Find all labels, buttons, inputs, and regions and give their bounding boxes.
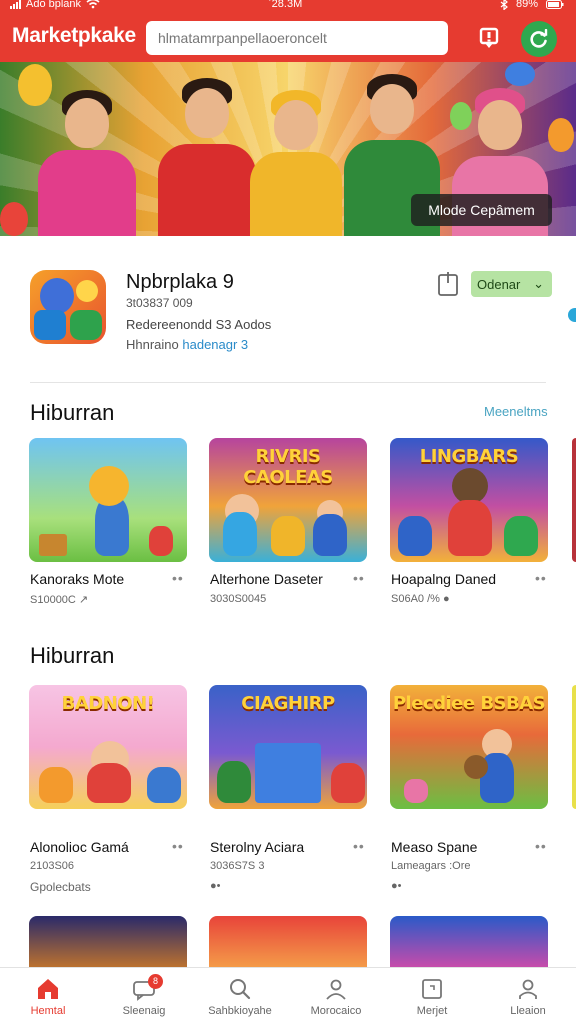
bookmark-icon bbox=[438, 272, 458, 296]
game-card-meta: 3030S0045 bbox=[210, 593, 267, 605]
nav-item-home[interactable]: Hemtal bbox=[0, 968, 96, 1024]
section-title: Hiburran bbox=[30, 643, 115, 668]
nav-label: Sahbkioyahe bbox=[208, 1005, 272, 1017]
game-card-image[interactable]: CIAGHIRP bbox=[209, 685, 367, 809]
game-card-image[interactable] bbox=[29, 916, 187, 972]
profile-icon bbox=[326, 979, 346, 1000]
hero-person bbox=[38, 86, 136, 236]
more-options-icon[interactable]: •• bbox=[535, 570, 547, 586]
game-card-image[interactable]: RIVRIS CAOLEAS bbox=[209, 438, 367, 562]
game-card-image[interactable]: BADNON! bbox=[29, 685, 187, 809]
game-card-image[interactable]: LINGBARS bbox=[390, 438, 548, 562]
search-icon bbox=[230, 979, 251, 1000]
card-art-title: Plecdiee BSBAS bbox=[392, 693, 546, 714]
open-app-label: Odenar bbox=[477, 276, 521, 292]
notification-badge: 8 bbox=[148, 974, 163, 989]
battery-label: 89% bbox=[515, 0, 538, 10]
wifi-icon bbox=[86, 0, 100, 9]
game-card-meta: 3036S7S 3 bbox=[210, 860, 265, 872]
status-time: ʾ28.3M bbox=[268, 0, 303, 10]
hero-person bbox=[250, 86, 342, 236]
card-art-title: RIVRIS CAOLEAS bbox=[243, 446, 333, 488]
status-bar: Ado ɓplank ʾ28.3M 89% bbox=[0, 0, 576, 14]
featured-app-downloads: 3t03837 009 bbox=[126, 296, 193, 310]
nav-item-library[interactable]: Merjet bbox=[384, 968, 480, 1024]
account-icon bbox=[519, 979, 537, 999]
more-options-icon[interactable]: •• bbox=[535, 838, 547, 854]
featured-app-category: Hhnraino hadenagr 3 bbox=[126, 337, 248, 352]
edge-accent bbox=[568, 308, 576, 322]
more-options-icon[interactable]: •• bbox=[353, 838, 365, 854]
balloon-decoration bbox=[505, 62, 535, 86]
nav-label: Hemtal bbox=[30, 1005, 66, 1017]
card-art-title: CIAGHIRP bbox=[241, 693, 335, 714]
game-card-meta: S06A0 /% ● bbox=[391, 593, 450, 605]
bluetooth-icon bbox=[500, 0, 508, 10]
nav-label: Lleaion bbox=[510, 1005, 546, 1017]
game-card-name[interactable]: Alonolioc Gamá bbox=[30, 839, 129, 855]
featured-app-category-link[interactable]: hadenagr 3 bbox=[182, 337, 248, 352]
nav-label: Sleenaig bbox=[122, 1005, 166, 1017]
game-card-image[interactable] bbox=[209, 916, 367, 972]
battery-icon bbox=[546, 0, 564, 9]
more-options-icon[interactable]: •• bbox=[353, 570, 365, 586]
chevron-down-icon: ⌄ bbox=[533, 276, 544, 291]
game-card-meta: 2103S06 bbox=[30, 860, 75, 872]
balloon-decoration bbox=[548, 118, 574, 152]
hero-cta-button[interactable]: Mlode Cepâmem bbox=[411, 194, 552, 226]
bookmark-button[interactable] bbox=[436, 271, 460, 299]
nav-label: Merjet bbox=[416, 1005, 448, 1017]
home-icon bbox=[38, 979, 58, 999]
game-card-meta: S10000C ↗ bbox=[30, 594, 89, 606]
game-card-meta-secondary: Gpolecbats bbox=[30, 880, 91, 894]
game-card-name[interactable]: Hoapalng Daned bbox=[391, 571, 496, 587]
game-card-image[interactable] bbox=[390, 916, 548, 972]
featured-app-category-prefix: Hhnraino bbox=[126, 337, 183, 352]
card-art-title: LINGBARS bbox=[419, 446, 519, 467]
game-card-name[interactable]: Measo Spane bbox=[391, 839, 477, 855]
game-card-name[interactable]: Kanoraks Mote bbox=[30, 571, 124, 587]
game-card-meta-secondary: ●• bbox=[391, 880, 402, 892]
game-card-meta: Lameagars :Ore bbox=[391, 860, 471, 872]
card-peek bbox=[572, 685, 576, 809]
game-card-meta-secondary: ●• bbox=[210, 880, 221, 892]
game-card-name[interactable]: Alterhone Daseter bbox=[210, 571, 323, 587]
bottom-navigation: Hemtal 8 Sleenaig Sahbkioyahe Morocaico … bbox=[0, 967, 576, 1024]
notification-button[interactable] bbox=[472, 22, 506, 54]
notification-icon bbox=[479, 27, 499, 48]
nav-item-profile[interactable]: Morocaico bbox=[288, 968, 384, 1024]
nav-item-search[interactable]: Sahbkioyahe bbox=[192, 968, 288, 1024]
section-title: Hiburran bbox=[30, 400, 115, 425]
game-card-image[interactable]: Plecdiee BSBAS bbox=[390, 685, 548, 809]
featured-app-name[interactable]: Npbrplaka 9 bbox=[126, 271, 234, 294]
featured-app-developer: Redereenondd S3 Aodos bbox=[126, 317, 272, 332]
app-header: Ado ɓplank ʾ28.3M 89% Marketpkake bbox=[0, 0, 576, 62]
library-icon bbox=[422, 979, 442, 999]
refresh-icon bbox=[530, 29, 548, 48]
carrier-label: Ado ɓplank bbox=[26, 0, 82, 10]
game-card-image[interactable] bbox=[29, 438, 187, 562]
signal-icon bbox=[10, 0, 21, 9]
hero-person bbox=[158, 76, 256, 236]
section-divider bbox=[30, 382, 546, 383]
more-options-icon[interactable]: •• bbox=[172, 838, 184, 854]
game-card-name[interactable]: Sterolny Aciara bbox=[210, 839, 304, 855]
nav-label: Morocaico bbox=[310, 1005, 362, 1017]
card-peek bbox=[572, 438, 576, 562]
app-brand: Marketpkake bbox=[12, 24, 136, 47]
featured-app-icon[interactable] bbox=[30, 270, 106, 344]
card-art-title: BADNON! bbox=[61, 693, 155, 714]
refresh-button[interactable] bbox=[521, 21, 557, 57]
search-input[interactable] bbox=[146, 21, 448, 55]
open-app-button[interactable]: Odenar ⌄ bbox=[471, 271, 552, 297]
nav-item-messages[interactable]: 8 Sleenaig bbox=[96, 968, 192, 1024]
balloon-decoration bbox=[0, 202, 28, 236]
see-all-link[interactable]: Meeneltms bbox=[484, 404, 548, 419]
nav-item-account[interactable]: Lleaion bbox=[480, 968, 576, 1024]
more-options-icon[interactable]: •• bbox=[172, 570, 184, 586]
